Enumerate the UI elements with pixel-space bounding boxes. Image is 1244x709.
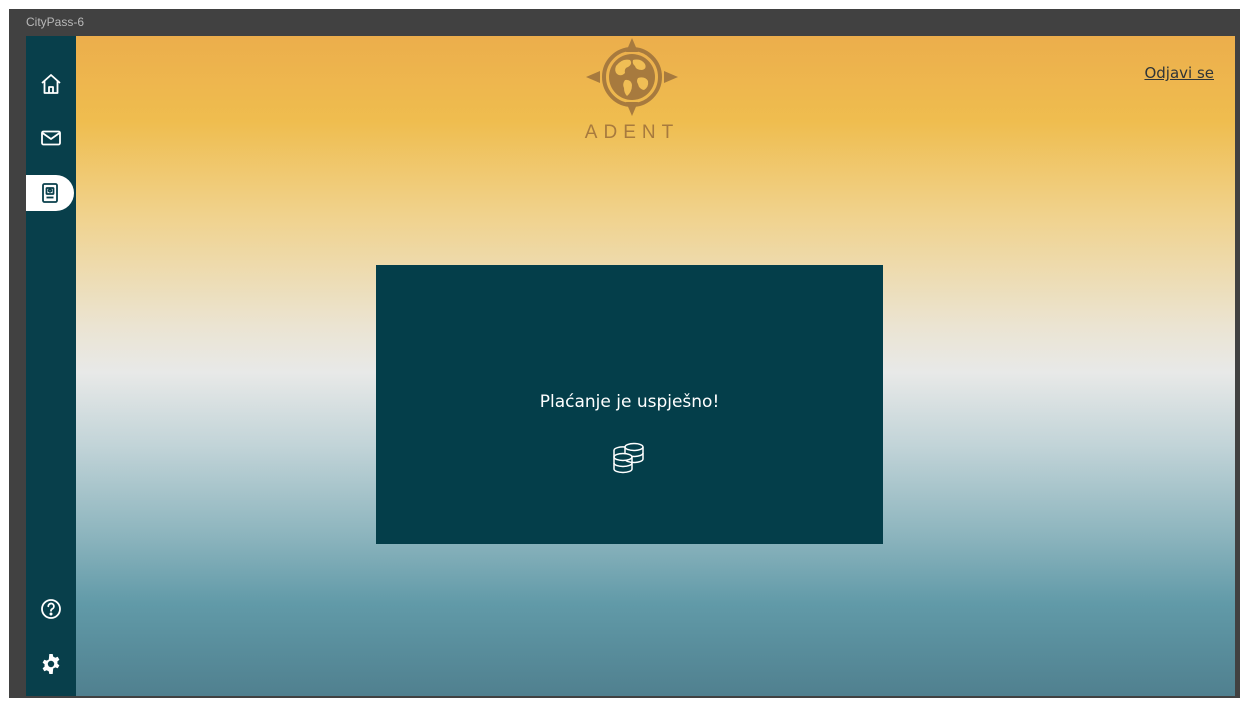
home-icon [41,74,61,94]
sidebar-item-home[interactable] [26,64,76,104]
payment-success-dialog: Plaćanje je uspješno! [376,265,883,544]
sidebar-item-help[interactable] [26,589,76,629]
mail-icon [41,130,61,146]
adent-logo: ADENT [578,36,686,151]
logout-link[interactable]: Odjavi se [1144,64,1214,82]
success-message: Plaćanje je uspješno! [539,392,720,412]
sidebar-item-messages[interactable] [26,118,76,158]
coins-icon [613,442,644,474]
id-card-icon [42,183,58,203]
gear-icon [42,654,60,674]
sidebar-item-pass[interactable] [26,175,74,211]
help-icon [41,599,61,619]
compass-globe-icon [586,38,678,116]
logo-text: ADENT [584,122,680,143]
window-title: CityPass-6 [26,15,85,29]
sidebar [26,36,76,696]
sidebar-item-settings[interactable] [26,644,76,684]
